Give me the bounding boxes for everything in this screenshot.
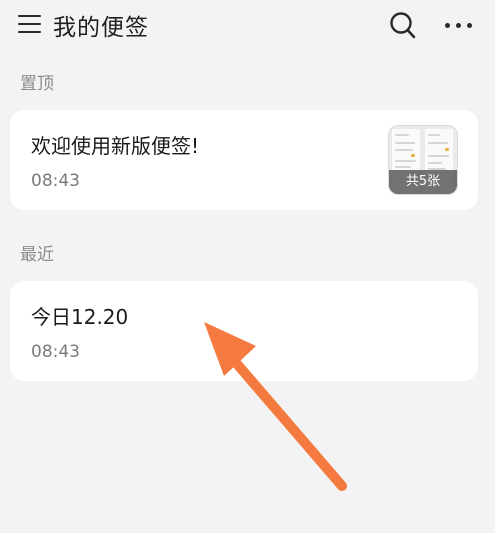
- more-horizontal-icon[interactable]: [441, 13, 475, 37]
- section-label-pinned: 置顶: [20, 74, 54, 94]
- thumbnail-count-badge: 共5张: [389, 170, 457, 194]
- note-title: 今日12.20: [31, 305, 129, 329]
- note-title: 欢迎使用新版便签!: [31, 134, 200, 158]
- page-title: 我的便签: [53, 15, 149, 41]
- note-card-recent[interactable]: 今日12.20 08:43: [10, 281, 478, 381]
- note-card-pinned[interactable]: 欢迎使用新版便签! 08:43 共5张: [10, 110, 478, 210]
- search-icon[interactable]: [389, 11, 417, 41]
- annotation-arrow: [204, 322, 347, 491]
- note-time: 08:43: [31, 342, 80, 362]
- top-bar: 我的便签: [0, 0, 495, 52]
- note-thumbnail: 共5张: [388, 125, 458, 195]
- hamburger-menu-icon[interactable]: [18, 13, 42, 35]
- section-label-recent: 最近: [20, 245, 54, 265]
- note-time: 08:43: [31, 171, 80, 191]
